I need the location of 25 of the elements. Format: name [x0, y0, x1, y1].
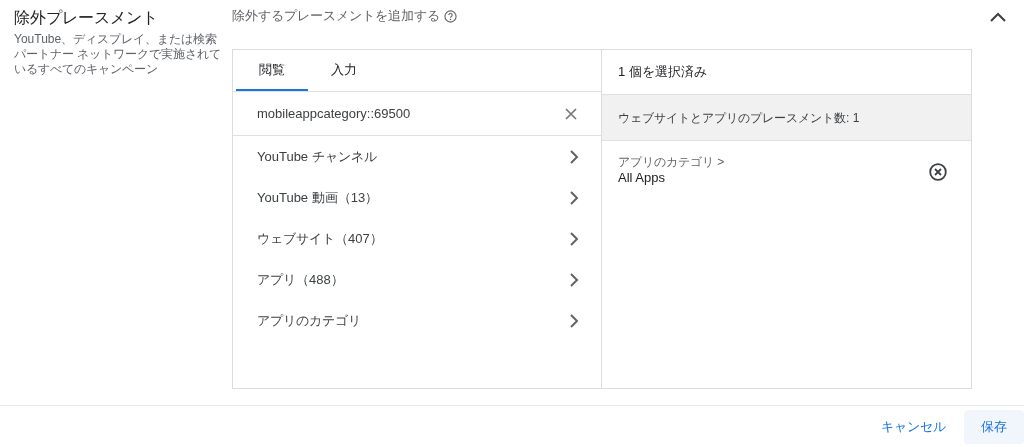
chevron-right-icon — [569, 148, 579, 165]
chevron-right-icon — [569, 312, 579, 329]
group-header: ウェブサイトとアプリのプレースメント数: 1 — [602, 95, 971, 141]
save-button[interactable]: 保存 — [964, 409, 1024, 444]
chevron-right-icon — [569, 189, 579, 206]
category-item[interactable]: ウェブサイト（407） — [233, 218, 601, 259]
item-name: All Apps — [618, 170, 666, 186]
section-title: 除外プレースメント — [14, 8, 159, 28]
close-icon[interactable] — [565, 107, 577, 120]
section-heading: 除外するプレースメントを追加する — [232, 7, 440, 26]
tab[interactable]: 入力 — [308, 50, 380, 91]
category-item[interactable]: YouTube チャンネル — [233, 136, 601, 177]
item-path: アプリのカテゴリ > — [618, 155, 725, 170]
help-icon — [444, 9, 457, 23]
chevron-right-icon — [569, 271, 579, 288]
remove-icon[interactable] — [929, 163, 947, 181]
collapse-icon[interactable] — [990, 12, 1006, 22]
tab[interactable]: 閲覧 — [236, 50, 308, 91]
section-description: YouTube、ディスプレイ、または検索パートナー ネットワークで実施されているすべてのキャンペーン — [14, 32, 223, 77]
category-item[interactable]: アプリのカテゴリ — [233, 300, 601, 341]
cancel-button[interactable]: キャンセル — [877, 416, 950, 437]
category-item[interactable]: アプリ（488） — [233, 259, 601, 300]
chevron-right-icon — [569, 230, 579, 247]
search-field[interactable]: mobileappcategory::69500 — [233, 92, 601, 136]
category-item[interactable]: YouTube 動画（13） — [233, 177, 601, 218]
